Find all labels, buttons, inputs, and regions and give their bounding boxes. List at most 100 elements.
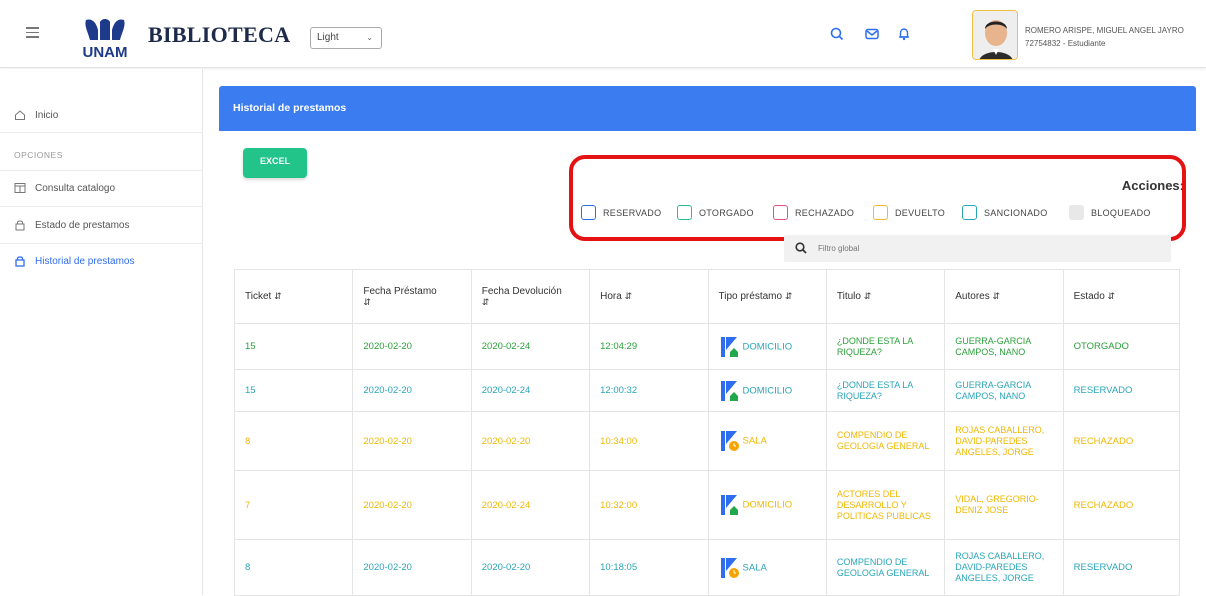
sidebar-divider — [0, 132, 203, 133]
sidebar-item-label: Estado de prestamos — [35, 220, 130, 231]
cell-ticket: 15 — [233, 369, 354, 412]
book-home-icon — [720, 380, 738, 401]
cell-fecha-prestamo: 2020-02-20 — [352, 539, 472, 596]
column-label: Tipo préstamo — [718, 291, 783, 302]
table-row[interactable]: 15 2020-02-20 2020-02-24 12:04:29 DOMICI… — [233, 323, 1181, 370]
global-filter[interactable] — [784, 235, 1171, 262]
book-home-icon — [720, 495, 738, 515]
tipo-label: DOMICILIO — [742, 499, 793, 511]
user-name: ROMERO ARISPE, MIGUEL ANGEL JAYRO — [1025, 26, 1184, 35]
top-header: UNAM BIBLIOTECA Light ⌄ ROMERO ARISPE, MI… — [0, 0, 1206, 68]
column-label: Fecha Devolución — [481, 285, 562, 297]
cell-hora: 12:00:32 — [589, 369, 709, 412]
column-label: Ticket — [245, 291, 272, 302]
cell-estado: OTORGADO — [1062, 323, 1181, 370]
sort-icon: ⇵ — [274, 291, 282, 301]
cell-titulo: COMPENDIO DE GEOLOGIA GENERAL — [825, 411, 946, 471]
cell-ticket: 15 — [233, 323, 354, 370]
table-header-row: Ticket ⇵ Fecha Préstamo ⇵ Fecha Devolució… — [233, 269, 1181, 324]
table-row[interactable]: 8 2020-02-20 2020-02-20 10:18:05 SALA CO… — [233, 539, 1181, 596]
cell-tipo-prestamo: SALA — [707, 539, 827, 596]
table-row[interactable]: 15 2020-02-20 2020-02-24 12:00:32 DOMICI… — [233, 369, 1181, 412]
sidebar-item-historial-prestamos[interactable]: Historial de prestamos — [0, 243, 203, 279]
column-header-fecha-devolucion[interactable]: Fecha Devolución ⇵ — [470, 269, 591, 324]
book-home-icon — [720, 336, 738, 357]
cell-fecha-devolucion: 2020-02-24 — [470, 323, 591, 370]
cell-titulo: ¿DONDE ESTA LA RIQUEZA? — [825, 323, 946, 370]
cell-estado: RECHAZADO — [1062, 411, 1181, 471]
cell-fecha-devolucion: 2020-02-24 — [470, 369, 591, 412]
cell-fecha-prestamo: 2020-02-20 — [352, 323, 472, 370]
cell-ticket: 8 — [233, 539, 354, 596]
cell-estado: RESERVADO — [1062, 369, 1181, 412]
column-header-hora[interactable]: Hora ⇵ — [589, 269, 709, 324]
sort-icon: ⇵ — [863, 291, 872, 301]
sidebar-section-title: OPCIONES — [14, 150, 63, 160]
tipo-label: DOMICILIO — [742, 385, 793, 397]
search-icon — [795, 242, 807, 254]
loans-table: Ticket ⇵ Fecha Préstamo ⇵ Fecha Devolució… — [233, 269, 1181, 596]
sidebar-item-inicio[interactable]: Inicio — [0, 97, 203, 133]
cell-tipo-prestamo: DOMICILIO — [707, 323, 827, 370]
catalog-icon — [14, 183, 26, 193]
cell-autores: VIDAL, GREGORIO-DENIZ JOSE — [944, 470, 1064, 540]
global-filter-input[interactable] — [818, 240, 1158, 256]
theme-select[interactable]: Light ⌄ — [310, 27, 382, 49]
cell-fecha-devolucion: 2020-02-24 — [470, 470, 591, 540]
sort-icon: ⇵ — [992, 291, 1001, 301]
column-label: Titulo — [836, 291, 861, 302]
sort-icon: ⇵ — [1107, 291, 1116, 301]
unam-logo: UNAM — [74, 16, 136, 61]
cell-fecha-devolucion: 2020-02-20 — [470, 539, 591, 596]
column-label: Hora — [600, 291, 622, 302]
hamburger-menu-icon[interactable] — [26, 27, 39, 38]
user-avatar[interactable] — [972, 10, 1018, 60]
excel-button[interactable]: EXCEL — [243, 148, 307, 178]
cell-hora: 10:34:00 — [589, 411, 709, 471]
cell-autores: ROJAS CABALLERO, DAVID-PAREDES ANGELES, … — [944, 539, 1064, 596]
column-header-tipo-prestamo[interactable]: Tipo préstamo ⇵ — [707, 269, 827, 324]
sidebar-item-consulta-catalogo[interactable]: Consulta catalogo — [0, 170, 203, 206]
column-label: Autores — [955, 291, 990, 302]
cell-tipo-prestamo: DOMICILIO — [707, 470, 827, 540]
column-header-autores[interactable]: Autores ⇵ — [944, 269, 1064, 324]
sort-icon: ⇵ — [784, 291, 793, 301]
sidebar-item-label: Historial de prestamos — [35, 256, 135, 267]
sidebar-item-label: Inicio — [35, 110, 59, 121]
column-header-fecha-prestamo[interactable]: Fecha Préstamo ⇵ — [352, 269, 472, 324]
home-icon — [15, 110, 25, 120]
cell-tipo-prestamo: SALA — [707, 411, 827, 471]
cell-titulo: ¿DONDE ESTA LA RIQUEZA? — [825, 369, 946, 412]
cell-ticket: 8 — [233, 411, 354, 471]
tipo-label: SALA — [742, 435, 767, 447]
lock-icon — [15, 220, 25, 231]
column-label: Estado — [1073, 291, 1105, 302]
cell-fecha-devolucion: 2020-02-20 — [470, 411, 591, 471]
search-icon[interactable] — [829, 26, 845, 42]
column-header-titulo[interactable]: Titulo ⇵ — [825, 269, 946, 324]
theme-select-value: Light — [317, 32, 339, 43]
tipo-label: SALA — [742, 562, 767, 574]
book-clock-icon — [720, 557, 739, 578]
cell-ticket: 7 — [233, 470, 354, 540]
table-row[interactable]: 7 2020-02-20 2020-02-24 10:32:00 DOMICIL… — [233, 470, 1181, 540]
cell-estado: RECHAZADO — [1062, 470, 1181, 540]
cell-hora: 12:04:29 — [589, 323, 709, 370]
cell-fecha-prestamo: 2020-02-20 — [352, 411, 472, 471]
sort-icon: ⇵ — [481, 296, 490, 307]
highlight-annotation — [569, 155, 1186, 241]
bell-icon[interactable] — [896, 26, 912, 42]
user-role: 72754832 - Estudiante — [1025, 39, 1106, 48]
cell-fecha-prestamo: 2020-02-20 — [352, 369, 472, 412]
column-header-ticket[interactable]: Ticket ⇵ — [233, 269, 354, 324]
cell-estado: RESERVADO — [1062, 539, 1181, 596]
cell-tipo-prestamo: DOMICILIO — [707, 369, 827, 412]
table-row[interactable]: 8 2020-02-20 2020-02-20 10:34:00 SALA CO… — [233, 411, 1181, 471]
card-header: Historial de prestamos — [219, 86, 1196, 131]
cell-hora: 10:18:05 — [589, 539, 709, 596]
cell-autores: ROJAS CABALLERO, DAVID-PAREDES ANGELES, … — [944, 411, 1064, 471]
column-header-estado[interactable]: Estado ⇵ — [1062, 269, 1181, 324]
sidebar-item-estado-prestamos[interactable]: Estado de prestamos — [0, 207, 203, 243]
mail-icon[interactable] — [864, 26, 880, 42]
cell-titulo: COMPENDIO DE GEOLOGIA GENERAL — [825, 539, 946, 596]
